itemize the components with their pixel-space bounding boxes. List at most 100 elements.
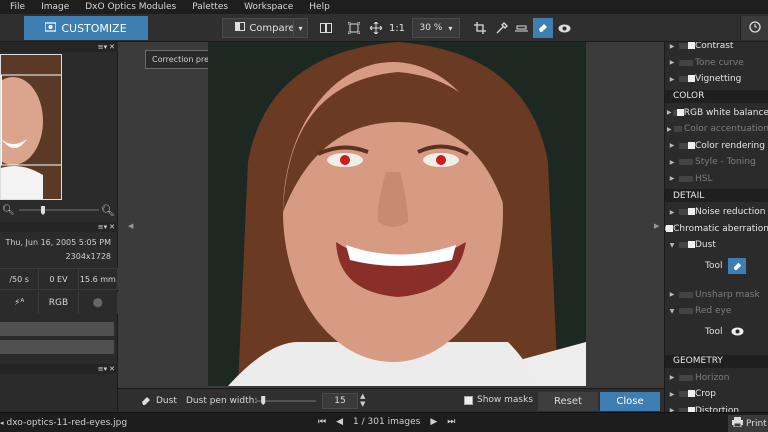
zoom-1to1-button[interactable]: 1:1 (388, 18, 406, 38)
customize-tab[interactable]: CUSTOMIZE (24, 16, 148, 40)
compare-dropdown-icon[interactable]: ▾ (293, 19, 307, 37)
eye-icon[interactable] (728, 324, 746, 340)
panel-close-icon[interactable]: ✕ (109, 43, 115, 51)
correction-style-toning[interactable]: ▶ Style - Toning (665, 154, 768, 170)
last-image-icon[interactable]: ⏭ (447, 417, 455, 427)
info-header: ≡▾ ✕ (0, 222, 118, 232)
correction-unsharp-mask[interactable]: ▶ Unsharp mask (665, 287, 768, 303)
collapsed-arrow-icon[interactable]: ▶ (665, 374, 679, 381)
enable-toggle[interactable] (679, 59, 693, 66)
compare-label: Compare (249, 22, 295, 34)
collapsed-arrow-icon[interactable]: ▶ (665, 142, 679, 149)
dust-pen-width-slider-thumb[interactable] (261, 396, 266, 405)
panel-menu-icon[interactable]: ≡▾ (98, 223, 107, 231)
image-viewer[interactable]: Correction preview ◀ ▶ (118, 42, 664, 388)
enable-toggle[interactable] (679, 308, 693, 314)
zoom-slider-track[interactable] (15, 205, 101, 215)
correction-color-rendering[interactable]: ▶ Color rendering (665, 138, 768, 154)
enable-toggle[interactable] (679, 208, 695, 215)
enable-toggle[interactable] (679, 291, 693, 298)
menu-dxo-optics-modules[interactable]: DxO Optics Modules (77, 2, 184, 12)
zoom-select[interactable]: 30 % ▾ (412, 18, 460, 38)
panel-close-icon[interactable]: ✕ (109, 223, 115, 231)
zoom-in-icon[interactable]: 🔍︎ (101, 204, 115, 217)
correction-chromatic-aberration[interactable]: ▶Chromatic aberration (665, 221, 768, 237)
expanded-arrow-icon[interactable]: ▼ (665, 242, 679, 249)
show-masks-checkbox[interactable]: Show masks (464, 395, 533, 405)
collapsed-arrow-icon[interactable]: ▶ (665, 76, 679, 83)
collapsed-arrow-icon[interactable]: ▶ (665, 291, 679, 298)
previous-image-icon[interactable]: ◀ (336, 417, 343, 427)
panel-menu-icon[interactable]: ≡▾ (98, 43, 107, 51)
close-button[interactable]: Close (600, 392, 660, 411)
correction-distortion[interactable]: ▶ Distortion (665, 403, 768, 412)
next-image-icon[interactable]: ▶ (430, 417, 437, 427)
enable-toggle[interactable] (679, 374, 693, 381)
correction-red-eye[interactable]: ▼ Red eye (665, 303, 768, 319)
panel-menu-icon[interactable]: ≡▾ (98, 365, 107, 373)
show-masks-box[interactable] (464, 395, 473, 405)
enable-toggle[interactable] (673, 108, 685, 116)
correction-noise-reduction[interactable]: ▶ Noise reduction (665, 204, 768, 220)
move-icon[interactable] (368, 18, 384, 38)
first-image-icon[interactable]: ⏮ (318, 417, 326, 427)
crop-icon[interactable] (472, 18, 488, 38)
history-button[interactable] (740, 16, 768, 40)
image-navigation: ⏮ ◀ 1 / 301 images ▶ ⏭ (318, 417, 455, 427)
collapsed-arrow-icon[interactable]: ▶ (665, 209, 679, 216)
zoom-out-icon[interactable]: 🔍︎ (2, 205, 15, 216)
correction-dust[interactable]: ▼ Dust (665, 237, 768, 253)
menu-workspace[interactable]: Workspace (236, 2, 301, 12)
enable-toggle[interactable] (679, 75, 695, 82)
print-button[interactable]: Print (728, 415, 768, 432)
correction-rgb-white-balance[interactable]: ▶ RGB white balance (665, 105, 768, 121)
collapsed-arrow-icon[interactable]: ▶ (665, 59, 679, 66)
collapsed-arrow-icon[interactable]: ▶ (665, 126, 674, 133)
enable-toggle[interactable] (673, 126, 682, 132)
enable-toggle[interactable] (679, 141, 695, 149)
dust-pen-width-field[interactable]: 15 (322, 393, 358, 409)
collapse-right-icon[interactable]: ▶ (654, 222, 659, 230)
dust-pen-width-stepper[interactable]: ▲ ▼ (360, 392, 365, 408)
correction-tone-curve[interactable]: ▶ Tone curve (665, 55, 768, 71)
menu-file[interactable]: File (0, 2, 33, 12)
collapsed-arrow-icon[interactable]: ▶ (665, 109, 673, 116)
enable-toggle[interactable] (665, 224, 675, 232)
collapse-left-icon[interactable]: ◀ (128, 222, 133, 230)
main-photo[interactable] (208, 42, 586, 386)
menu-help[interactable]: Help (301, 2, 338, 12)
collapsed-arrow-icon[interactable]: ▶ (665, 391, 679, 398)
enable-toggle[interactable] (679, 175, 693, 182)
enable-toggle[interactable] (679, 390, 695, 397)
histogram-placeholder-2 (0, 340, 114, 354)
correction-vignetting[interactable]: ▶ Vignetting (665, 71, 768, 87)
correction-hsl[interactable]: ▶ HSL (665, 171, 768, 187)
split-view-icon[interactable] (318, 18, 334, 38)
correction-contrast[interactable]: ▶ Contrast (665, 42, 768, 54)
correction-crop[interactable]: ▶ Crop (665, 386, 768, 402)
enable-toggle[interactable] (679, 159, 693, 165)
fit-to-screen-icon[interactable] (346, 18, 362, 38)
collapsed-arrow-icon[interactable]: ▶ (665, 175, 679, 182)
enable-toggle[interactable] (679, 241, 695, 248)
menu-image[interactable]: Image (33, 2, 77, 12)
enable-toggle[interactable] (679, 42, 695, 49)
expanded-arrow-icon[interactable]: ▼ (665, 308, 679, 315)
reset-button[interactable]: Reset (538, 392, 598, 411)
compare-button[interactable]: Compare ▾ (222, 18, 308, 38)
correction-color-accentuation[interactable]: ▶ Color accentuation (665, 121, 768, 137)
dust-tool-button[interactable] (533, 18, 553, 38)
panel-close-icon[interactable]: ✕ (109, 365, 115, 373)
correction-horizon[interactable]: ▶ Horizon (665, 370, 768, 386)
eye-icon[interactable] (556, 18, 572, 38)
filename: ◂ dxo-optics-11-red-eyes.jpg (0, 418, 128, 428)
horizon-tool-icon[interactable] (513, 18, 529, 38)
eraser-icon[interactable] (728, 257, 747, 274)
collapsed-arrow-icon[interactable]: ▶ (665, 43, 679, 50)
navigator-zoom-slider[interactable]: 🔍︎ 🔍︎ (0, 204, 118, 217)
collapsed-arrow-icon[interactable]: ▶ (665, 159, 679, 166)
menu-palettes[interactable]: Palettes (184, 2, 236, 12)
navigator-thumbnail[interactable] (0, 54, 62, 200)
dust-pen-width-slider[interactable] (254, 395, 318, 407)
eyedropper-icon[interactable] (494, 18, 510, 38)
